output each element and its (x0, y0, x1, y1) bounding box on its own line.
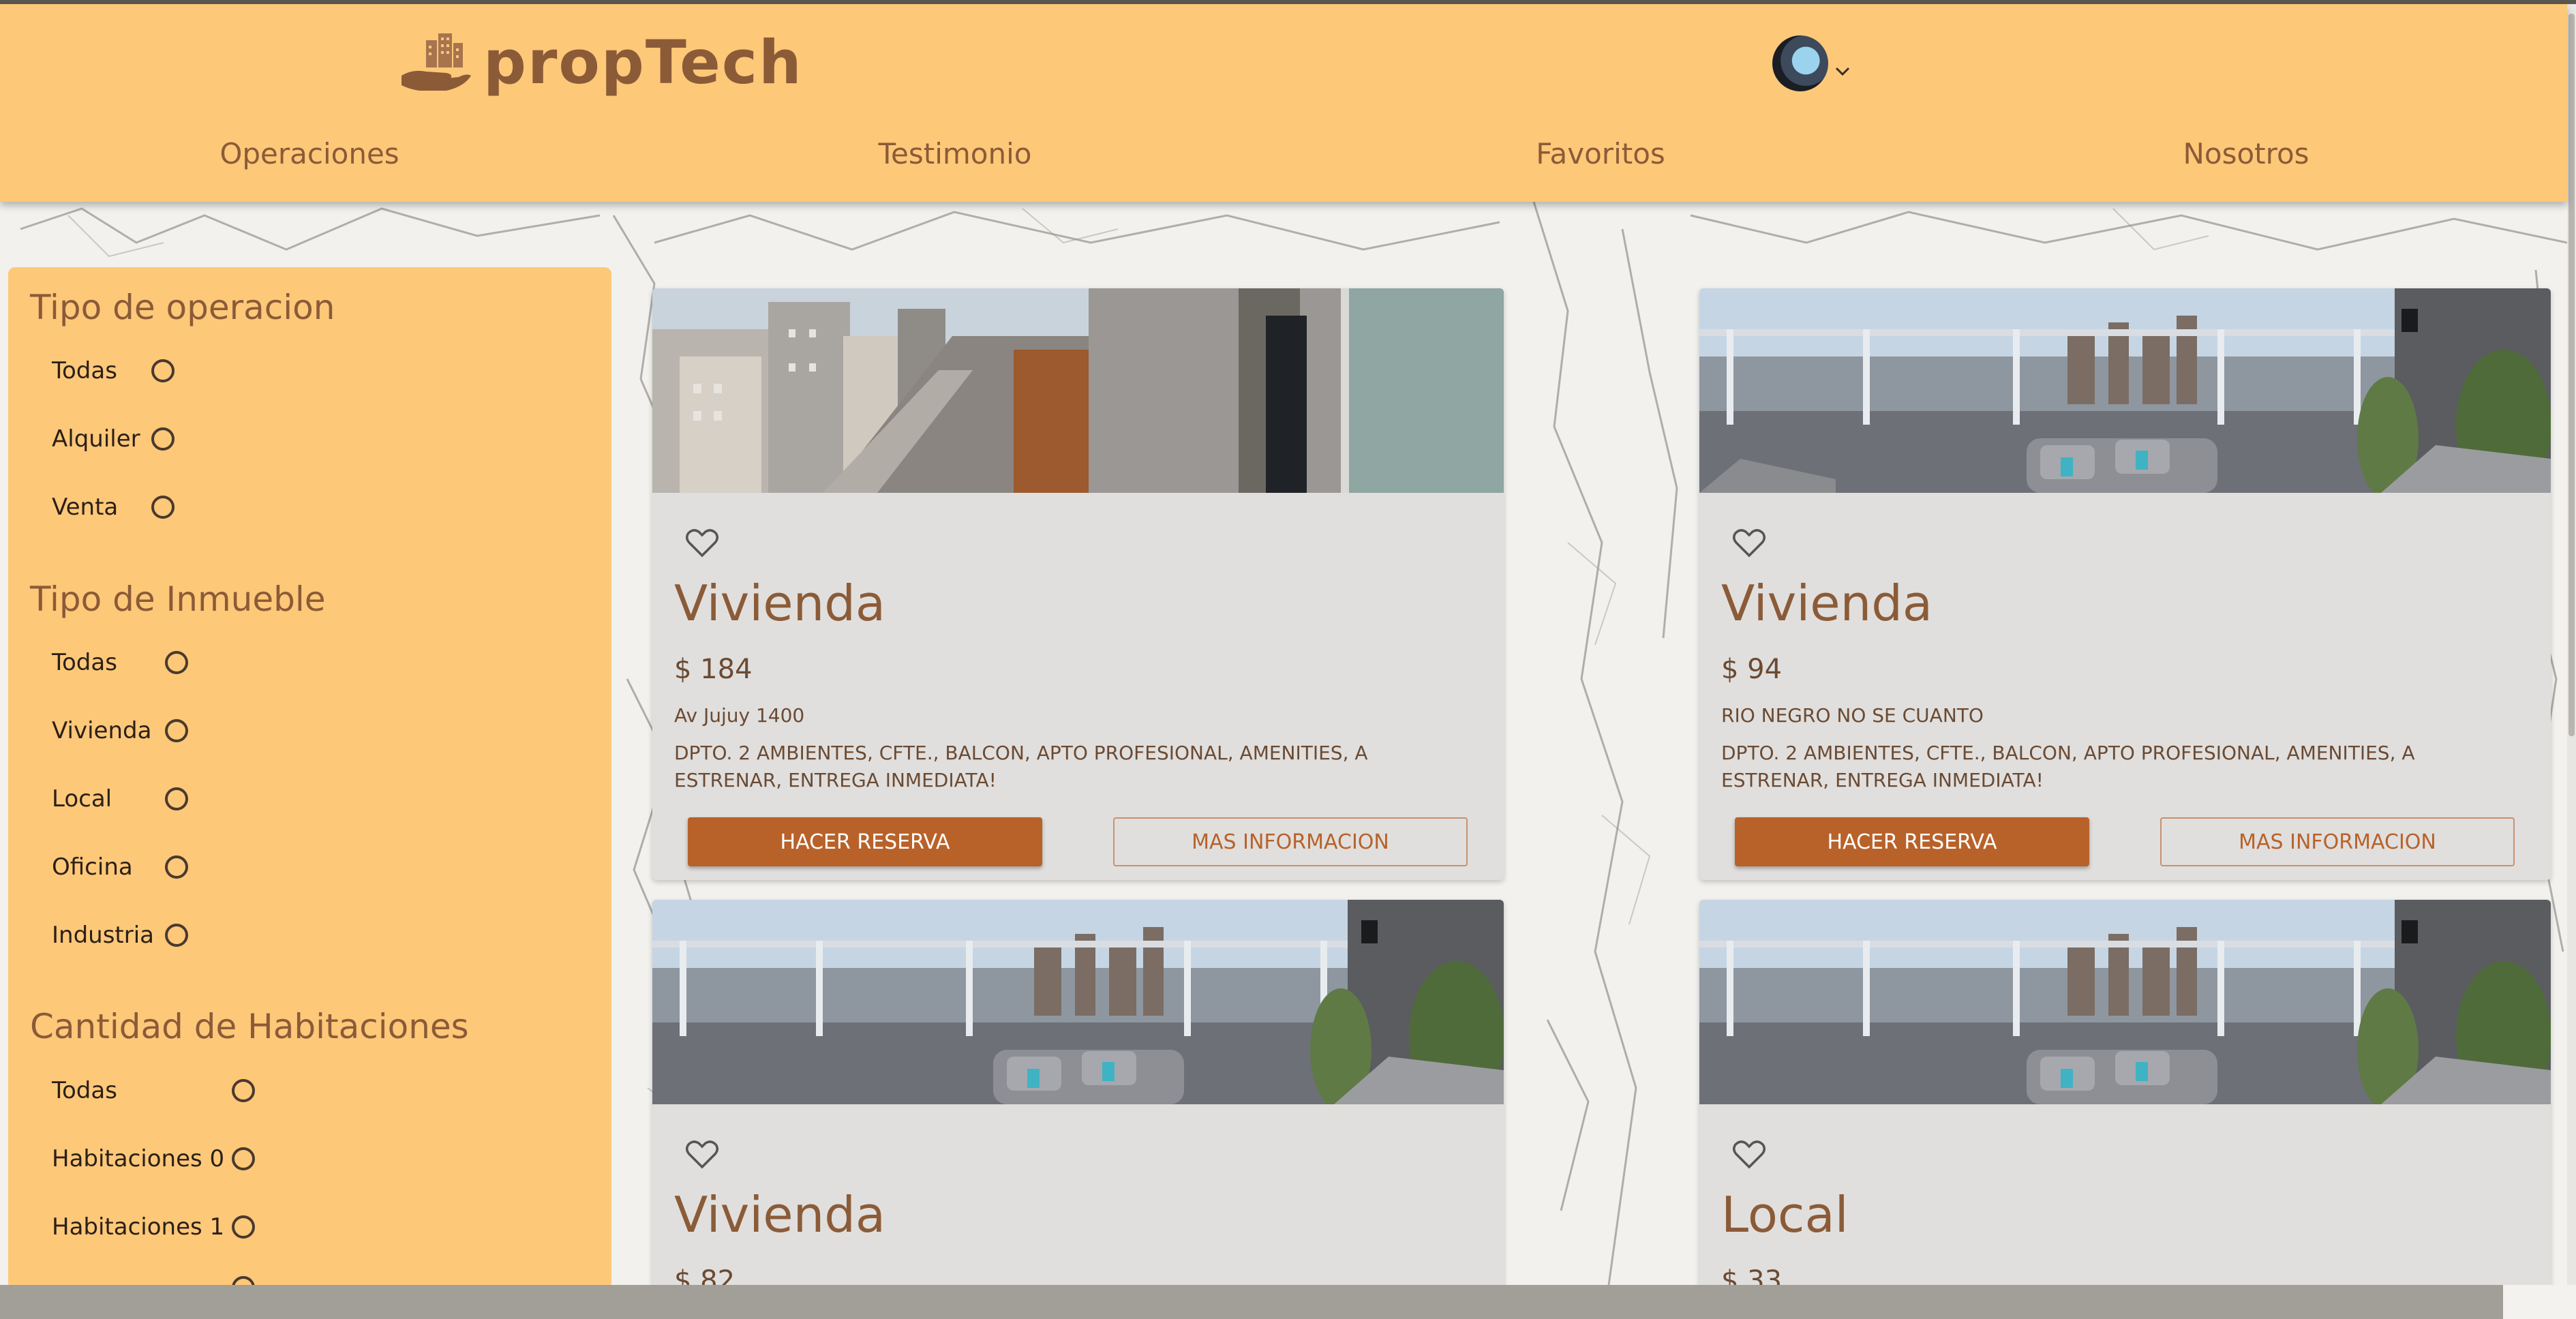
filter-title-inmueble: Tipo de Inmueble (30, 579, 326, 619)
filter-option-inmueble-oficina[interactable]: Oficina (52, 847, 133, 888)
filter-option-habitaciones-todas[interactable]: Todas (52, 1070, 117, 1111)
filter-option-inmueble-local[interactable]: Local (52, 778, 112, 819)
radio-operacion-todas[interactable] (151, 359, 175, 382)
heart-icon[interactable] (685, 1138, 719, 1170)
filter-option-inmueble-industria[interactable]: Industria (52, 915, 154, 956)
property-image[interactable] (652, 288, 1504, 493)
radio-habitaciones-1[interactable] (232, 1215, 255, 1239)
property-card: Vivienda $ 82 (652, 900, 1504, 1309)
radio-inmueble-vivienda[interactable] (165, 719, 188, 742)
filter-title-operacion: Tipo de operacion (30, 288, 335, 327)
more-info-button[interactable]: MAS INFORMACION (2160, 817, 2515, 866)
nav-nosotros[interactable]: Nosotros (2144, 137, 2348, 170)
radio-habitaciones-todas[interactable] (232, 1079, 255, 1102)
property-title: Local (1721, 1186, 1849, 1243)
property-card: Vivienda $ 94 RIO NEGRO NO SE CUANTO DPT… (1699, 288, 2551, 880)
radio-inmueble-industria[interactable] (165, 924, 188, 947)
nav-operaciones[interactable]: Operaciones (207, 137, 412, 170)
property-title: Vivienda (1721, 575, 1933, 632)
filter-title-habitaciones: Cantidad de Habitaciones (30, 1007, 469, 1046)
more-info-button[interactable]: MAS INFORMACION (1113, 817, 1468, 866)
filter-option-operacion-venta[interactable]: Venta (52, 487, 118, 528)
property-title: Vivienda (674, 1186, 886, 1243)
user-avatar[interactable] (1772, 35, 1828, 91)
vertical-scrollbar-thumb[interactable] (2569, 14, 2575, 736)
radio-operacion-alquiler[interactable] (151, 427, 175, 451)
filter-option-operacion-todas[interactable]: Todas (52, 350, 117, 391)
heart-icon[interactable] (1732, 1138, 1766, 1170)
nav-favoritos[interactable]: Favoritos (1498, 137, 1703, 170)
property-image[interactable] (1699, 900, 2551, 1104)
property-address: RIO NEGRO NO SE CUANTO (1721, 704, 1984, 727)
filter-option-habitaciones-1[interactable]: Habitaciones 1 (52, 1207, 224, 1247)
property-card: Vivienda $ 184 Av Jujuy 1400 DPTO. 2 AMB… (652, 288, 1504, 880)
radio-habitaciones-0[interactable] (232, 1147, 255, 1170)
reserve-button[interactable]: HACER RESERVA (1735, 817, 2089, 866)
reserve-button[interactable]: HACER RESERVA (688, 817, 1042, 866)
property-image[interactable] (1699, 288, 2551, 493)
main-nav: Operaciones Testimonio Favoritos Nosotro… (0, 137, 2567, 192)
radio-inmueble-local[interactable] (165, 787, 188, 810)
property-address: Av Jujuy 1400 (674, 704, 805, 727)
property-description: DPTO. 2 AMBIENTES, CFTE., BALCON, APTO P… (1721, 742, 2415, 791)
property-image[interactable] (652, 900, 1504, 1104)
filter-option-inmueble-todas[interactable]: Todas (52, 642, 117, 683)
brand-logo[interactable]: propTech (399, 25, 803, 100)
chevron-down-icon[interactable] (1835, 67, 1850, 76)
property-card: Local $ 33 (1699, 900, 2551, 1309)
nav-testimonio[interactable]: Testimonio (853, 137, 1057, 170)
scrollbar-corner (2503, 1285, 2576, 1319)
brand-name: propTech (483, 27, 803, 97)
filter-option-habitaciones-0[interactable]: Habitaciones 0 (52, 1138, 224, 1179)
property-title: Vivienda (674, 575, 886, 632)
radio-operacion-venta[interactable] (151, 496, 175, 519)
radio-inmueble-oficina[interactable] (165, 855, 188, 879)
heart-icon[interactable] (685, 527, 719, 558)
property-price: $ 184 (674, 654, 753, 685)
property-price: $ 94 (1721, 654, 1783, 685)
horizontal-scrollbar[interactable] (0, 1285, 2576, 1319)
top-header: propTech Operaciones Testimonio Favorito… (0, 4, 2567, 202)
radio-inmueble-todas[interactable] (165, 651, 188, 674)
hand-buildings-icon (401, 33, 471, 91)
property-description: DPTO. 2 AMBIENTES, CFTE., BALCON, APTO P… (674, 742, 1368, 791)
filter-option-operacion-alquiler[interactable]: Alquiler (52, 419, 140, 459)
filter-sidebar: Tipo de operacion Todas Alquiler Venta T… (8, 267, 611, 1299)
heart-icon[interactable] (1732, 527, 1766, 558)
filter-option-inmueble-vivienda[interactable]: Vivienda (52, 710, 151, 751)
